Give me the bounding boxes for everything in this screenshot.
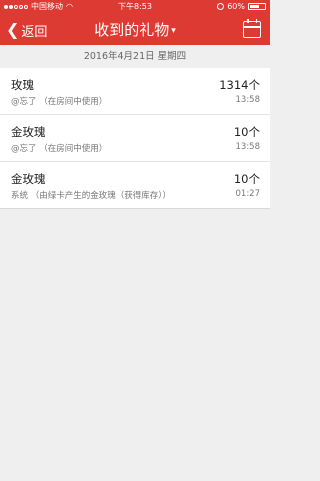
- list-item[interactable]: 玫瑰 @忘了 （在房间中使用） 1314个 13:58: [0, 68, 270, 115]
- rotation-lock-icon: [217, 3, 225, 10]
- status-right: 60%: [217, 0, 266, 13]
- gift-source: @忘了 （在房间中使用）: [11, 144, 108, 154]
- app-header: 中国移动 ◠ 下午8:53 60% ❮ 返回 收到的礼物 ▾: [0, 0, 270, 45]
- gift-list: 玫瑰 @忘了 （在房间中使用） 1314个 13:58 金玫瑰 @忘了 （在房间…: [0, 68, 270, 209]
- gift-count: 10个: [233, 172, 260, 186]
- gift-count: 1314个: [219, 78, 260, 92]
- status-bar: 中国移动 ◠ 下午8:53 60%: [0, 0, 270, 13]
- list-item[interactable]: 金玫瑰 @忘了 （在房间中使用） 10个 13:58: [0, 115, 270, 162]
- list-item[interactable]: 金玫瑰 系统 （由绿卡产生的金玫瑰（获得库存）） 10个 01:27: [0, 162, 270, 209]
- gift-time: 13:58: [235, 142, 261, 152]
- navigation-bar: ❮ 返回 收到的礼物 ▾: [0, 15, 270, 45]
- calendar-icon[interactable]: [243, 19, 261, 38]
- gift-source: @忘了 （在房间中使用）: [11, 97, 108, 107]
- gift-time: 01:27: [235, 189, 261, 199]
- page-title[interactable]: 收到的礼物 ▾: [0, 15, 270, 45]
- gift-count: 10个: [233, 125, 260, 139]
- gift-name: 金玫瑰: [11, 172, 46, 186]
- date-header: 2016年4月21日 星期四: [83, 51, 187, 62]
- page-title-text: 收到的礼物: [94, 21, 170, 39]
- dropdown-arrow-icon: ▾: [171, 25, 176, 36]
- battery-percent: 60%: [227, 2, 245, 11]
- battery-icon: [248, 3, 266, 10]
- gift-name: 金玫瑰: [11, 125, 46, 139]
- gift-time: 13:58: [235, 95, 261, 105]
- gift-source: 系统 （由绿卡产生的金玫瑰（获得库存））: [11, 191, 171, 201]
- gift-name: 玫瑰: [11, 78, 34, 92]
